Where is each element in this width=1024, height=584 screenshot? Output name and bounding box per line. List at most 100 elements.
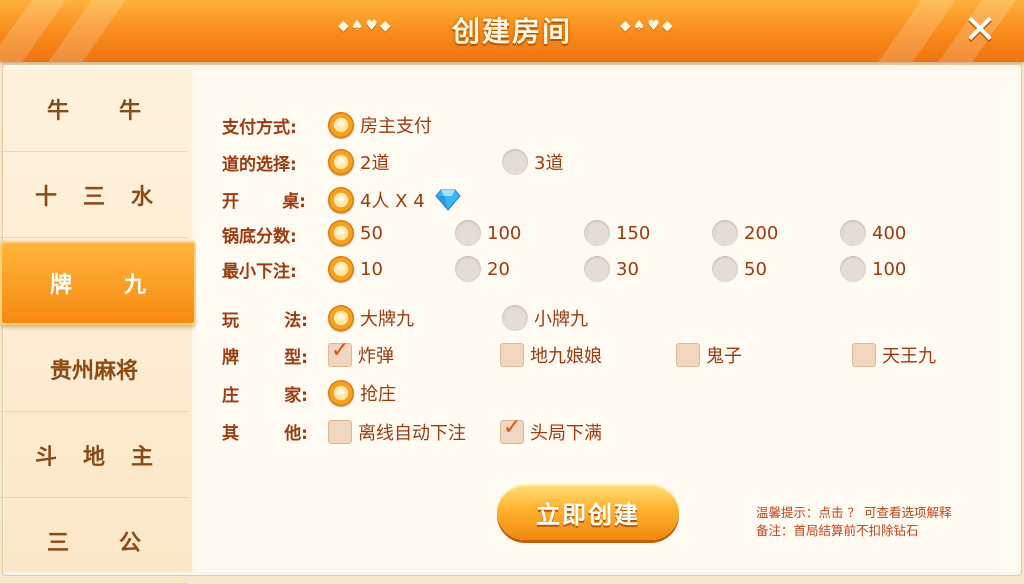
- minbet-option[interactable]: 30: [584, 254, 639, 284]
- sidebar-item-label: 十: [34, 184, 57, 210]
- checkbox[interactable]: [328, 338, 352, 367]
- close-icon: ✕: [963, 7, 997, 53]
- minbet-option-label: 100: [872, 258, 907, 280]
- sidebar-item-label: 牌: [49, 273, 72, 298]
- card-option-label: 鬼子: [706, 346, 742, 367]
- minbet-option-label: 50: [744, 258, 767, 280]
- checkbox[interactable]: [676, 343, 700, 367]
- sidebar-item-sangong[interactable]: 三公: [0, 498, 188, 584]
- base-option-label: 50: [360, 222, 383, 244]
- radio-button[interactable]: [584, 256, 610, 282]
- base-option[interactable]: 150: [584, 218, 650, 248]
- sidebar-item-label: 地: [82, 444, 105, 470]
- minbet-option-label: 30: [616, 258, 639, 280]
- tip-hint: 温馨提示：点击 ？ 可查看选项解释: [756, 505, 952, 520]
- play-option[interactable]: 小牌九: [502, 303, 588, 333]
- base-option[interactable]: 50: [328, 218, 383, 248]
- radio-button[interactable]: [328, 380, 354, 406]
- sidebar-item-guizhou-majiang[interactable]: 贵州麻将: [0, 326, 188, 412]
- base-option[interactable]: 400: [840, 218, 906, 248]
- checkbox[interactable]: [852, 343, 876, 367]
- card-option[interactable]: 鬼子: [676, 340, 742, 370]
- pay-label: 支付方式:: [222, 118, 297, 138]
- base-label: 锅底分数:: [222, 227, 297, 247]
- radio-button[interactable]: [328, 187, 354, 213]
- card-label: 牌型:: [222, 348, 308, 368]
- lane-label: 道的选择:: [222, 155, 297, 175]
- banker-option[interactable]: 抢庄: [328, 378, 396, 408]
- sidebar-item-paijiu[interactable]: 牌九: [0, 241, 196, 325]
- sidebar-item-label: 三: [82, 184, 105, 210]
- pay-option[interactable]: 房主支付: [328, 110, 432, 140]
- base-option[interactable]: 100: [455, 218, 521, 248]
- checkbox[interactable]: [328, 420, 352, 444]
- minbet-option-label: 20: [487, 258, 510, 280]
- lane-option[interactable]: 3道: [502, 147, 563, 177]
- diamond-icon: [435, 189, 461, 211]
- checkbox[interactable]: [500, 415, 524, 444]
- header-deco-right: ◆♠♥◆: [620, 18, 675, 34]
- sidebar-item-label: 九: [123, 273, 146, 298]
- tip-note: 备注：首局结算前不扣除钻石: [756, 523, 919, 538]
- radio-button[interactable]: [328, 220, 354, 246]
- pay-option-label: 房主支付: [360, 116, 432, 137]
- radio-button[interactable]: [712, 220, 738, 246]
- header-bar: ◆♠♥◆ 创建房间 ◆♠♥◆ ✕: [0, 0, 1024, 62]
- create-room-button[interactable]: 立即创建: [497, 484, 679, 540]
- close-button[interactable]: ✕: [958, 8, 1002, 52]
- play-option-label: 大牌九: [360, 309, 414, 330]
- other-option[interactable]: 离线自动下注: [328, 417, 466, 447]
- other-option[interactable]: 头局下满: [500, 415, 602, 447]
- table-option[interactable]: 4人 X 4: [328, 185, 461, 215]
- checkbox[interactable]: [500, 343, 524, 367]
- radio-button[interactable]: [455, 256, 481, 282]
- radio-button[interactable]: [840, 220, 866, 246]
- sidebar-item-label: 水: [130, 184, 153, 210]
- radio-button[interactable]: [328, 256, 354, 282]
- banker-label: 庄家:: [222, 386, 308, 406]
- other-label: 其他:: [222, 424, 308, 444]
- sidebar-item-doudizhu[interactable]: 斗地主: [0, 412, 188, 498]
- radio-button[interactable]: [328, 112, 354, 138]
- base-option-label: 400: [872, 222, 907, 244]
- play-option-label: 小牌九: [534, 309, 588, 330]
- other-option-label: 离线自动下注: [358, 423, 466, 444]
- sidebar-item-label: 牛: [118, 98, 141, 124]
- radio-button[interactable]: [502, 149, 528, 175]
- sidebar-item-niuniu[interactable]: 牛牛: [0, 66, 188, 152]
- radio-button[interactable]: [328, 305, 354, 331]
- minbet-option[interactable]: 50: [712, 254, 767, 284]
- radio-button[interactable]: [502, 305, 528, 331]
- card-option-label: 炸弹: [358, 346, 394, 367]
- lane-option-label: 3道: [534, 153, 564, 174]
- sidebar-item-shisanshui[interactable]: 十三水: [0, 152, 188, 238]
- base-option-label: 100: [487, 222, 522, 244]
- table-option-label: 4人 X 4: [360, 191, 425, 212]
- card-option[interactable]: 地九娘娘: [500, 340, 602, 370]
- page-title: 创建房间: [451, 15, 572, 48]
- base-option-label: 200: [744, 222, 779, 244]
- radio-button[interactable]: [584, 220, 610, 246]
- lane-option[interactable]: 2道: [328, 147, 389, 177]
- lane-option-label: 2道: [360, 153, 390, 174]
- base-option[interactable]: 200: [712, 218, 778, 248]
- minbet-option[interactable]: 100: [840, 254, 906, 284]
- minbet-option-label: 10: [360, 258, 383, 280]
- radio-button[interactable]: [455, 220, 481, 246]
- radio-button[interactable]: [840, 256, 866, 282]
- minbet-option[interactable]: 10: [328, 254, 383, 284]
- play-label: 玩法:: [222, 311, 308, 331]
- radio-button[interactable]: [328, 149, 354, 175]
- sidebar-item-label: 主: [130, 444, 153, 470]
- card-option-label: 地九娘娘: [530, 346, 602, 367]
- minbet-label: 最小下注:: [222, 262, 297, 282]
- card-option[interactable]: 炸弹: [328, 338, 394, 370]
- card-option[interactable]: 天王九: [852, 340, 936, 370]
- play-option[interactable]: 大牌九: [328, 303, 414, 333]
- sidebar-item-label: 斗: [34, 444, 57, 470]
- card-option-label: 天王九: [882, 346, 936, 367]
- banker-option-label: 抢庄: [360, 384, 396, 405]
- minbet-option[interactable]: 20: [455, 254, 510, 284]
- sidebar-item-label: 牛: [46, 98, 69, 124]
- radio-button[interactable]: [712, 256, 738, 282]
